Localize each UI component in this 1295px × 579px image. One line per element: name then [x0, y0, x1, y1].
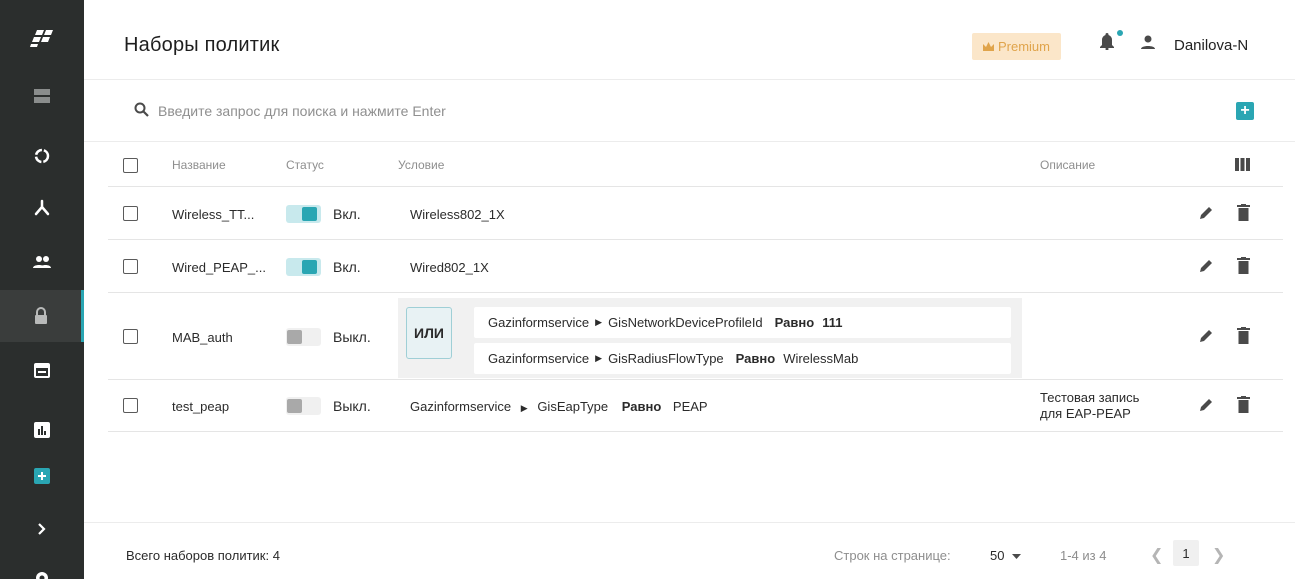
row-checkbox[interactable]	[123, 206, 138, 221]
status-toggle[interactable]	[286, 205, 321, 223]
rows-per-page-select[interactable]: 50	[990, 548, 1022, 563]
status-toggle[interactable]	[286, 328, 321, 346]
row-checkbox[interactable]	[123, 398, 138, 413]
condition-attribute: GisNetworkDeviceProfileId	[608, 315, 763, 330]
user-icon[interactable]	[1141, 35, 1155, 54]
chevron-right-icon[interactable]	[0, 503, 84, 555]
condition-value: WirelessMab	[783, 351, 859, 366]
description: Тестовая запись для EAP-PEAP	[1040, 390, 1139, 422]
description-line: Тестовая запись	[1040, 390, 1140, 405]
page-range: 1-4 из 4	[1060, 548, 1107, 563]
condition-attribute: GisRadiusFlowType	[608, 351, 724, 366]
delete-icon[interactable]	[1237, 204, 1250, 226]
total-count: Всего наборов политик: 4	[126, 548, 280, 563]
policy-name: MAB_auth	[172, 330, 233, 345]
logo-icon[interactable]	[0, 12, 84, 64]
column-condition[interactable]: Условие	[398, 158, 444, 172]
search-bar: +	[84, 80, 1295, 142]
network-icon[interactable]	[0, 182, 84, 234]
status-toggle[interactable]	[286, 397, 321, 415]
policy-name: Wired_PEAP_...	[172, 260, 266, 275]
edit-icon[interactable]	[1198, 328, 1214, 349]
condition-operator: Равно	[735, 351, 776, 366]
condition: Gazinformservice ▶ GisEapType Равно PEAP	[410, 399, 708, 414]
table-row[interactable]: Wired_PEAP_... Вкл. Wired802_1X	[108, 240, 1283, 293]
page-title: Наборы политик	[124, 34, 280, 56]
select-all-checkbox[interactable]	[123, 158, 138, 173]
rows-per-page-label: Строк на странице:	[834, 548, 951, 563]
previous-page-icon[interactable]: ❮	[1150, 545, 1163, 565]
bell-icon[interactable]	[1099, 32, 1115, 55]
status-label: Выкл.	[333, 329, 371, 345]
lock-icon[interactable]	[0, 290, 84, 342]
condition-vendor: Gazinformservice	[488, 315, 590, 330]
row-checkbox[interactable]	[123, 329, 138, 344]
policy-name: test_peap	[172, 399, 230, 414]
condition-line: Gazinformservice ▶ GisRadiusFlowType Рав…	[474, 343, 1011, 374]
edit-icon[interactable]	[1198, 397, 1214, 418]
table-header: Название Статус Условие Описание	[108, 142, 1283, 187]
sidebar	[0, 0, 84, 579]
search-icon	[134, 102, 149, 122]
current-page[interactable]: 1	[1173, 540, 1199, 566]
condition-group: ИЛИ Gazinformservice ▶ GisNetworkDeviceP…	[398, 298, 1022, 378]
ring-icon[interactable]	[0, 130, 84, 182]
delete-icon[interactable]	[1237, 327, 1250, 349]
premium-badge[interactable]: Premium	[972, 33, 1061, 60]
column-description[interactable]: Описание	[1040, 158, 1095, 172]
caret-right-icon: ▶	[595, 317, 603, 327]
edit-icon[interactable]	[1198, 258, 1214, 279]
row-checkbox[interactable]	[123, 259, 138, 274]
search-input[interactable]	[158, 99, 758, 123]
add-box-icon[interactable]	[0, 450, 84, 502]
table-row[interactable]: test_peap Выкл. Gazinformservice ▶ GisEa…	[108, 380, 1283, 432]
condition-operator: Равно	[774, 315, 815, 330]
next-page-icon[interactable]: ❯	[1212, 545, 1225, 565]
calendar-icon[interactable]	[0, 343, 84, 395]
condition-value: 111	[822, 315, 843, 330]
table-footer: Всего наборов политик: 4 Строк на страни…	[84, 522, 1295, 579]
caret-right-icon: ▶	[520, 403, 528, 413]
rows-per-page-value: 50	[990, 548, 1005, 563]
table-row[interactable]: Wireless_TT... Вкл. Wireless802_1X	[108, 187, 1283, 240]
condition: Wired802_1X	[410, 260, 489, 275]
columns-icon[interactable]	[1235, 158, 1250, 176]
condition-vendor: Gazinformservice	[488, 351, 590, 366]
column-name[interactable]: Название	[172, 158, 226, 172]
header: Наборы политик Premium Danilova-N	[84, 0, 1295, 80]
or-operator-button[interactable]: ИЛИ	[406, 307, 452, 359]
policy-name: Wireless_TT...	[172, 207, 255, 222]
description-line: для EAP-PEAP	[1040, 406, 1131, 421]
table-row[interactable]: MAB_auth Выкл. ИЛИ Gazinformservice ▶ Gi…	[108, 293, 1283, 380]
status-label: Вкл.	[333, 259, 361, 275]
condition-value: PEAP	[672, 399, 708, 414]
condition-operator: Равно	[621, 399, 662, 414]
users-icon[interactable]	[0, 236, 84, 288]
condition: Wireless802_1X	[410, 207, 505, 222]
gear-icon[interactable]	[0, 552, 84, 579]
status-toggle[interactable]	[286, 258, 321, 276]
condition-vendor: Gazinformservice	[410, 399, 512, 414]
servers-icon[interactable]	[0, 70, 84, 122]
add-policy-set-button[interactable]: +	[1236, 102, 1254, 120]
username[interactable]: Danilova-N	[1174, 37, 1248, 54]
caret-right-icon: ▶	[595, 353, 603, 363]
chart-icon[interactable]	[0, 404, 84, 456]
premium-label: Premium	[997, 39, 1050, 54]
condition-line: Gazinformservice ▶ GisNetworkDeviceProfi…	[474, 307, 1011, 338]
notification-dot	[1117, 30, 1123, 36]
dropdown-arrow-icon	[1012, 548, 1022, 563]
column-status[interactable]: Статус	[286, 158, 324, 172]
condition-attribute: GisEapType	[537, 399, 609, 414]
status-label: Вкл.	[333, 206, 361, 222]
edit-icon[interactable]	[1198, 205, 1214, 226]
delete-icon[interactable]	[1237, 257, 1250, 279]
crown-icon	[982, 39, 994, 54]
delete-icon[interactable]	[1237, 396, 1250, 418]
status-label: Выкл.	[333, 398, 371, 414]
